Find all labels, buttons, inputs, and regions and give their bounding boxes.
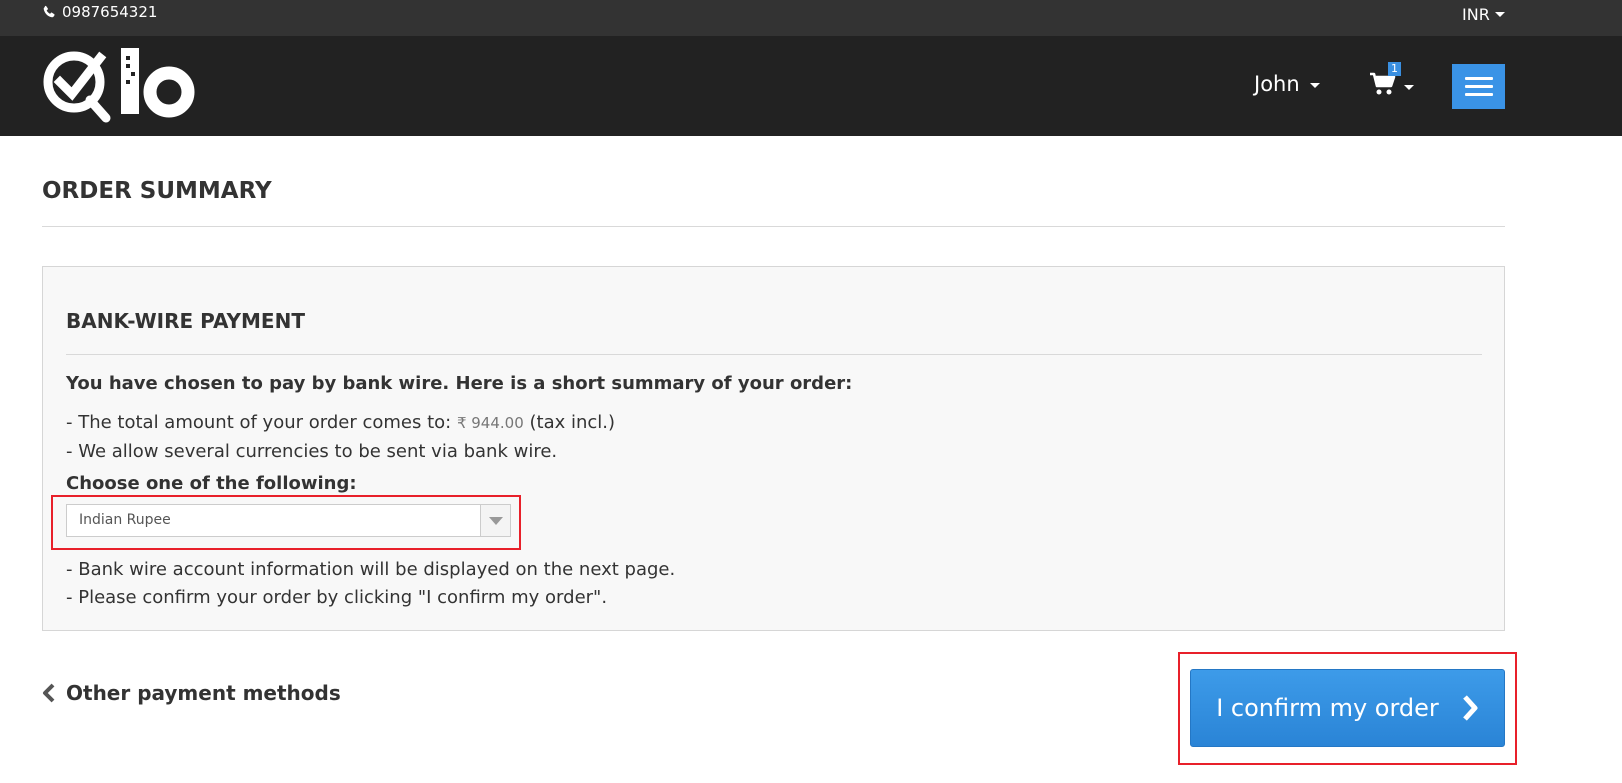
phone-icon bbox=[43, 5, 55, 18]
payment-divider bbox=[66, 354, 1482, 355]
hamburger-menu-button[interactable] bbox=[1452, 64, 1505, 109]
chevron-right-icon bbox=[1462, 695, 1478, 721]
back-link-label: Other payment methods bbox=[66, 681, 341, 705]
cart-count-badge: 1 bbox=[1388, 62, 1401, 76]
phone-number: 0987654321 bbox=[62, 3, 158, 21]
qlo-logo[interactable] bbox=[42, 46, 197, 126]
user-name: John bbox=[1254, 72, 1300, 96]
site-header: John 1 bbox=[0, 36, 1622, 136]
account-info-note: - Bank wire account information will be … bbox=[66, 559, 676, 580]
chevron-left-icon bbox=[43, 683, 55, 703]
chevron-down-icon bbox=[1404, 85, 1414, 90]
cart-dropdown[interactable]: 1 bbox=[1370, 62, 1416, 100]
chevron-down-icon bbox=[1494, 12, 1505, 17]
order-total-line: - The total amount of your order comes t… bbox=[66, 412, 615, 433]
currency-selector[interactable]: INR bbox=[1462, 5, 1505, 24]
top-utility-bar: 0987654321 INR bbox=[0, 0, 1622, 36]
phone-contact: 0987654321 bbox=[42, 3, 157, 21]
confirm-order-button[interactable]: I confirm my order bbox=[1190, 669, 1505, 747]
confirm-instruction-note: - Please confirm your order by clicking … bbox=[66, 587, 608, 608]
title-divider bbox=[42, 226, 1505, 227]
page-title: ORDER SUMMARY bbox=[42, 178, 272, 204]
order-total-prefix: - The total amount of your order comes t… bbox=[66, 412, 452, 433]
order-total-suffix: (tax incl.) bbox=[529, 412, 616, 433]
payment-title: BANK-WIRE PAYMENT bbox=[66, 309, 305, 333]
chevron-down-icon bbox=[1309, 83, 1320, 88]
payment-lead-text: You have chosen to pay by bank wire. Her… bbox=[66, 373, 853, 394]
bank-wire-payment-panel: BANK-WIRE PAYMENT You have chosen to pay… bbox=[42, 266, 1505, 631]
confirm-order-label: I confirm my order bbox=[1216, 694, 1439, 722]
currencies-note: - We allow several currencies to be sent… bbox=[66, 441, 558, 462]
currency-select[interactable]: Indian Rupee bbox=[66, 504, 511, 537]
triangle-down-icon bbox=[489, 517, 503, 525]
select-arrow[interactable] bbox=[480, 505, 510, 536]
qlo-logo-icon bbox=[43, 48, 195, 123]
hamburger-menu-icon bbox=[1464, 77, 1493, 80]
currency-label: INR bbox=[1462, 5, 1490, 24]
order-total-amount: ₹ 944.00 bbox=[456, 414, 524, 432]
currency-choose-label: Choose one of the following: bbox=[66, 473, 357, 494]
currency-select-value: Indian Rupee bbox=[79, 512, 171, 528]
other-payment-methods-link[interactable]: Other payment methods bbox=[42, 681, 341, 705]
user-account-menu[interactable]: John bbox=[1254, 72, 1320, 96]
